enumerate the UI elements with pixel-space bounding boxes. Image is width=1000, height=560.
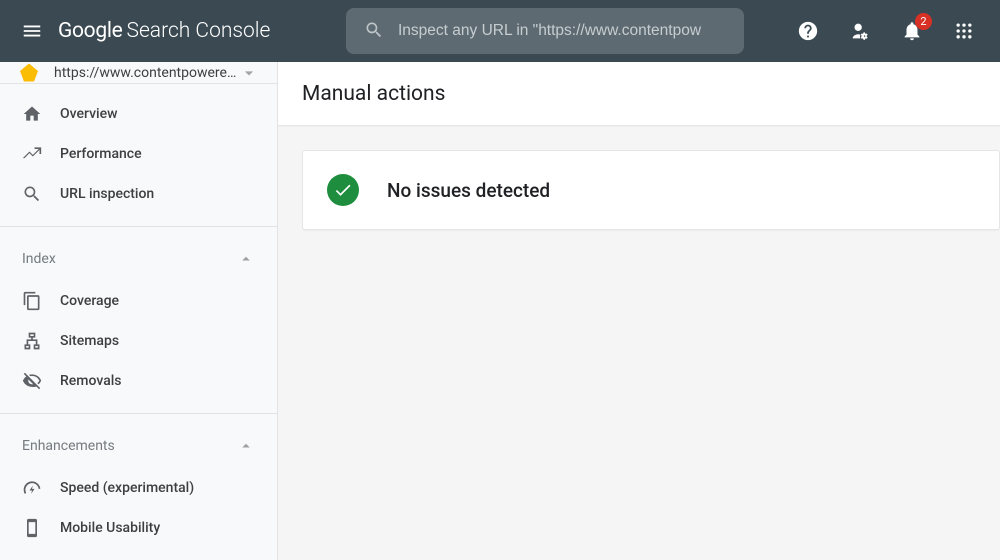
sidebar-item-label: Mobile Usability <box>60 520 160 536</box>
copy-icon <box>22 291 42 311</box>
search-icon <box>364 20 384 42</box>
sidebar-item-label: URL inspection <box>60 186 154 202</box>
sidebar-item-label: Sitemaps <box>60 333 119 349</box>
header-actions: 2 <box>796 19 984 43</box>
sidebar-item-label: Performance <box>60 146 142 162</box>
nav-section-title: Index <box>22 251 56 267</box>
sidebar-item-coverage[interactable]: Coverage <box>0 281 277 321</box>
chevron-up-icon <box>237 437 255 455</box>
visibility-off-icon <box>22 371 42 391</box>
sidebar-item-label: Overview <box>60 106 117 122</box>
sidebar-item-mobile-usability[interactable]: Mobile Usability <box>0 508 277 548</box>
check-icon <box>333 180 353 200</box>
status-card: No issues detected <box>302 150 1000 230</box>
search-input[interactable] <box>398 22 726 40</box>
property-label: https://www.contentpowered… <box>54 65 239 81</box>
product-logo: Google Search Console <box>58 19 270 43</box>
page-title: Manual actions <box>302 82 445 106</box>
sidebar-item-overview[interactable]: Overview <box>0 94 277 134</box>
chevron-up-icon <box>237 250 255 268</box>
trend-icon <box>22 144 42 164</box>
sidebar-item-label: Speed (experimental) <box>60 480 194 496</box>
sidebar-item-label: Removals <box>60 373 122 389</box>
sidebar-item-url-inspection[interactable]: URL inspection <box>0 174 277 214</box>
app-header: Google Search Console 2 <box>0 0 1000 62</box>
hamburger-icon <box>21 20 43 42</box>
person-gear-icon <box>849 20 871 42</box>
property-icon <box>20 64 38 82</box>
apps-grid-icon <box>954 21 974 41</box>
logo-google-text: Google <box>58 19 123 43</box>
sidebar: https://www.contentpowered… Overview Per… <box>0 62 278 560</box>
sidebar-item-speed[interactable]: Speed (experimental) <box>0 468 277 508</box>
menu-button[interactable] <box>20 19 44 43</box>
notifications-button[interactable]: 2 <box>900 19 924 43</box>
nav-section-index[interactable]: Index <box>0 237 277 281</box>
caret-down-icon <box>239 63 259 83</box>
search-icon <box>22 184 42 204</box>
page-title-bar: Manual actions <box>278 62 1000 126</box>
home-icon <box>22 104 42 124</box>
main-content: Manual actions No issues detected <box>278 62 1000 560</box>
nav-section-enhancements[interactable]: Enhancements <box>0 424 277 468</box>
speed-icon <box>22 478 42 498</box>
sidebar-item-label: Coverage <box>60 293 119 309</box>
nav-block-index: Index Coverage Sitemaps Removals <box>0 227 277 414</box>
logo-search-console-text: Search Console <box>127 19 271 43</box>
content-area: No issues detected <box>278 126 1000 230</box>
sidebar-item-sitemaps[interactable]: Sitemaps <box>0 321 277 361</box>
nav-block-main: Overview Performance URL inspection <box>0 84 277 227</box>
notification-badge: 2 <box>915 13 932 30</box>
property-selector[interactable]: https://www.contentpowered… <box>0 62 277 84</box>
phone-icon <box>22 518 42 538</box>
users-button[interactable] <box>848 19 872 43</box>
status-message: No issues detected <box>387 179 550 202</box>
help-icon <box>797 20 819 42</box>
layout: https://www.contentpowered… Overview Per… <box>0 62 1000 560</box>
help-button[interactable] <box>796 19 820 43</box>
url-inspect-search[interactable] <box>346 8 744 54</box>
sitemap-icon <box>22 331 42 351</box>
apps-button[interactable] <box>952 19 976 43</box>
sidebar-item-performance[interactable]: Performance <box>0 134 277 174</box>
nav-block-enhancements: Enhancements Speed (experimental) Mobile… <box>0 414 277 560</box>
status-ok-icon <box>327 174 359 206</box>
sidebar-item-removals[interactable]: Removals <box>0 361 277 401</box>
nav-section-title: Enhancements <box>22 438 115 454</box>
